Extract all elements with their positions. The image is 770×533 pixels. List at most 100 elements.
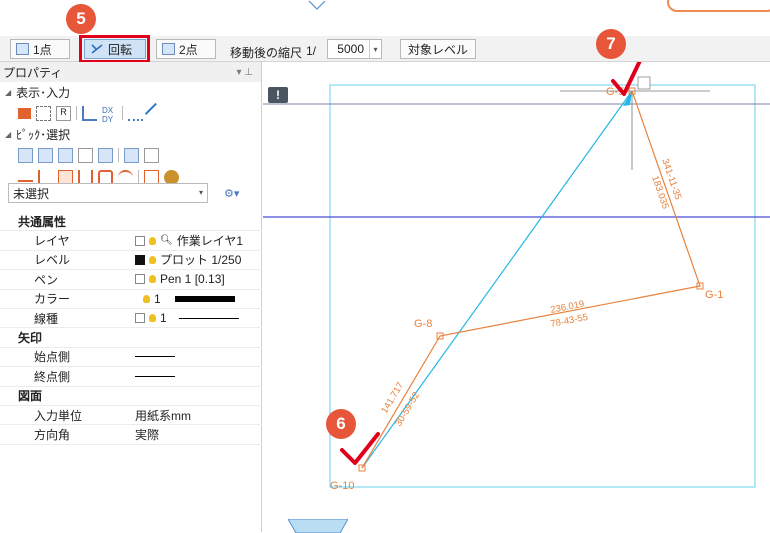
target-level-button[interactable]: 対象レベル (400, 39, 476, 59)
selection-dropdown[interactable]: 未選択 ▾ (8, 183, 208, 203)
grid-icon[interactable] (36, 105, 51, 121)
end-row[interactable]: 終点側 (0, 367, 262, 387)
chevron-down-icon: ▾ (198, 188, 203, 197)
direction-value: 実際 (135, 427, 160, 442)
layer-cube-icon[interactable] (18, 107, 31, 119)
point-label-g1: G-1 (705, 289, 723, 301)
snap-ref-icon[interactable] (144, 147, 159, 163)
filter-settings-icon[interactable]: ⚙▾ (224, 187, 244, 200)
group-arrow-label: 矢印 (18, 331, 43, 346)
section-display-label: 表示･入力 (16, 85, 71, 100)
separator (122, 106, 123, 120)
down-arrow-icon (308, 0, 326, 10)
step-badge-7: 7 (596, 29, 626, 59)
input-unit-row[interactable]: 入力単位 用紙系mm (0, 406, 262, 426)
snap-perp-icon[interactable] (124, 147, 139, 163)
snap-end-icon[interactable] (38, 147, 53, 163)
top-strip (0, 0, 770, 36)
two-point-button[interactable]: 2点 (156, 39, 216, 59)
snap-center-icon[interactable] (98, 147, 113, 163)
highlight-box (79, 35, 150, 63)
pen-value: Pen 1 [0.13] (160, 272, 225, 287)
scale-value: 5000 (337, 42, 364, 56)
pen-label: ペン (34, 272, 59, 287)
end-label: 終点側 (34, 369, 71, 384)
section-pick[interactable]: ◢ ﾋﾟｯｸ･選択 (0, 124, 261, 144)
point-label-g8: G-8 (414, 318, 432, 330)
scale-select[interactable]: 5000 ▾ (327, 39, 382, 59)
drawing-svg[interactable]: G-1 G-5 G-8 G-10 341-11-35 183.035 236.0… (263, 62, 770, 532)
color-row[interactable]: カラー 1 (0, 290, 262, 309)
separator (118, 148, 119, 162)
drawing-canvas[interactable]: G-1 G-5 G-8 G-10 341-11-35 183.035 236.0… (263, 62, 770, 532)
eyedropper-icon[interactable] (144, 102, 167, 124)
bottom-arrow-shape (288, 519, 348, 533)
start-row[interactable]: 始点側 (0, 348, 262, 368)
linetype-row[interactable]: 線種 1 (0, 309, 262, 329)
cursor-box-icon (637, 76, 651, 90)
dimension-icon[interactable] (82, 105, 97, 121)
section-display[interactable]: ◢ 表示･入力 (0, 82, 261, 102)
paper-frame (329, 84, 756, 488)
group-common-label: 共通属性 (18, 214, 67, 229)
pen-row[interactable]: ペン Pen 1 [0.13] (0, 270, 262, 290)
bulb-icon (149, 275, 156, 284)
checkbox[interactable] (135, 254, 145, 265)
color-label: カラー (34, 292, 71, 307)
step-badge-5: 5 (66, 4, 96, 34)
level-value: プロット 1/250 (160, 253, 242, 268)
search-icon: 🔍︎ (160, 235, 173, 247)
layer-label: レイヤ (34, 234, 70, 249)
end-line (135, 375, 175, 377)
two-point-label: 2点 (179, 42, 198, 57)
point-label-g10: G-10 (330, 480, 354, 492)
line-style-icon[interactable] (128, 106, 143, 121)
step-badge-6: 6 (326, 409, 356, 439)
two-point-icon (162, 43, 175, 55)
pick-tools-row-1 (0, 144, 261, 166)
selection-value: 未選択 (13, 186, 50, 201)
one-point-button[interactable]: 1点 (10, 39, 70, 59)
checkmark-icon (340, 432, 380, 465)
pin-icon[interactable]: ▾ ⊥ (236, 67, 253, 78)
level-row[interactable]: レベル プロット 1/250 (0, 251, 262, 271)
linetype-label: 線種 (34, 311, 59, 326)
one-point-label: 1点 (33, 42, 52, 57)
input-unit-label: 入力単位 (34, 408, 83, 423)
snap-grid-icon[interactable] (78, 147, 93, 163)
target-level-label: 対象レベル (407, 42, 468, 57)
checkbox[interactable] (135, 274, 145, 285)
dxdy-icon[interactable]: DX DY (102, 106, 117, 124)
layer-row[interactable]: レイヤ 🔍︎ 作業レイヤ1 (0, 231, 262, 251)
warning-icon[interactable]: ! (268, 87, 288, 103)
bulb-icon (143, 294, 150, 303)
direction-row[interactable]: 方向角 実際 (0, 425, 262, 445)
select-line-icon[interactable] (18, 173, 33, 182)
group-common[interactable]: 共通属性 (0, 212, 262, 232)
collapse-icon: ◢ (5, 129, 12, 139)
chevron-down-icon: ▾ (369, 40, 381, 58)
snap-mid-icon[interactable] (58, 147, 73, 163)
start-line (135, 356, 175, 358)
color-value: 1 (154, 291, 161, 306)
panel-title: プロパティ (3, 65, 63, 80)
property-table: 共通属性 レイヤ 🔍︎ 作業レイヤ1 レベル プロット 1/250 ペン Pen 1 [… (0, 212, 262, 445)
separator (138, 170, 139, 184)
bulb-icon (149, 236, 156, 245)
bulb-icon (149, 255, 156, 264)
panel-header: プロパティ ▾ ⊥ (0, 62, 261, 82)
color-swatch (174, 295, 235, 302)
collapse-icon: ◢ (5, 87, 12, 97)
group-drawing[interactable]: 図面 (0, 387, 262, 406)
layer-value: 作業レイヤ1 (176, 234, 244, 249)
group-arrow[interactable]: 矢印 (0, 328, 262, 348)
scale-label: 移動後の縮尺 (230, 46, 303, 60)
checkbox[interactable] (135, 235, 145, 246)
scale-prefix: 1/ (306, 44, 317, 58)
checkbox[interactable] (135, 313, 145, 324)
separator (76, 106, 77, 120)
linetype-value: 1 (160, 311, 167, 326)
snap-point-icon[interactable] (18, 147, 33, 163)
r-icon[interactable]: R (56, 105, 71, 121)
linetype-sample (178, 317, 239, 319)
